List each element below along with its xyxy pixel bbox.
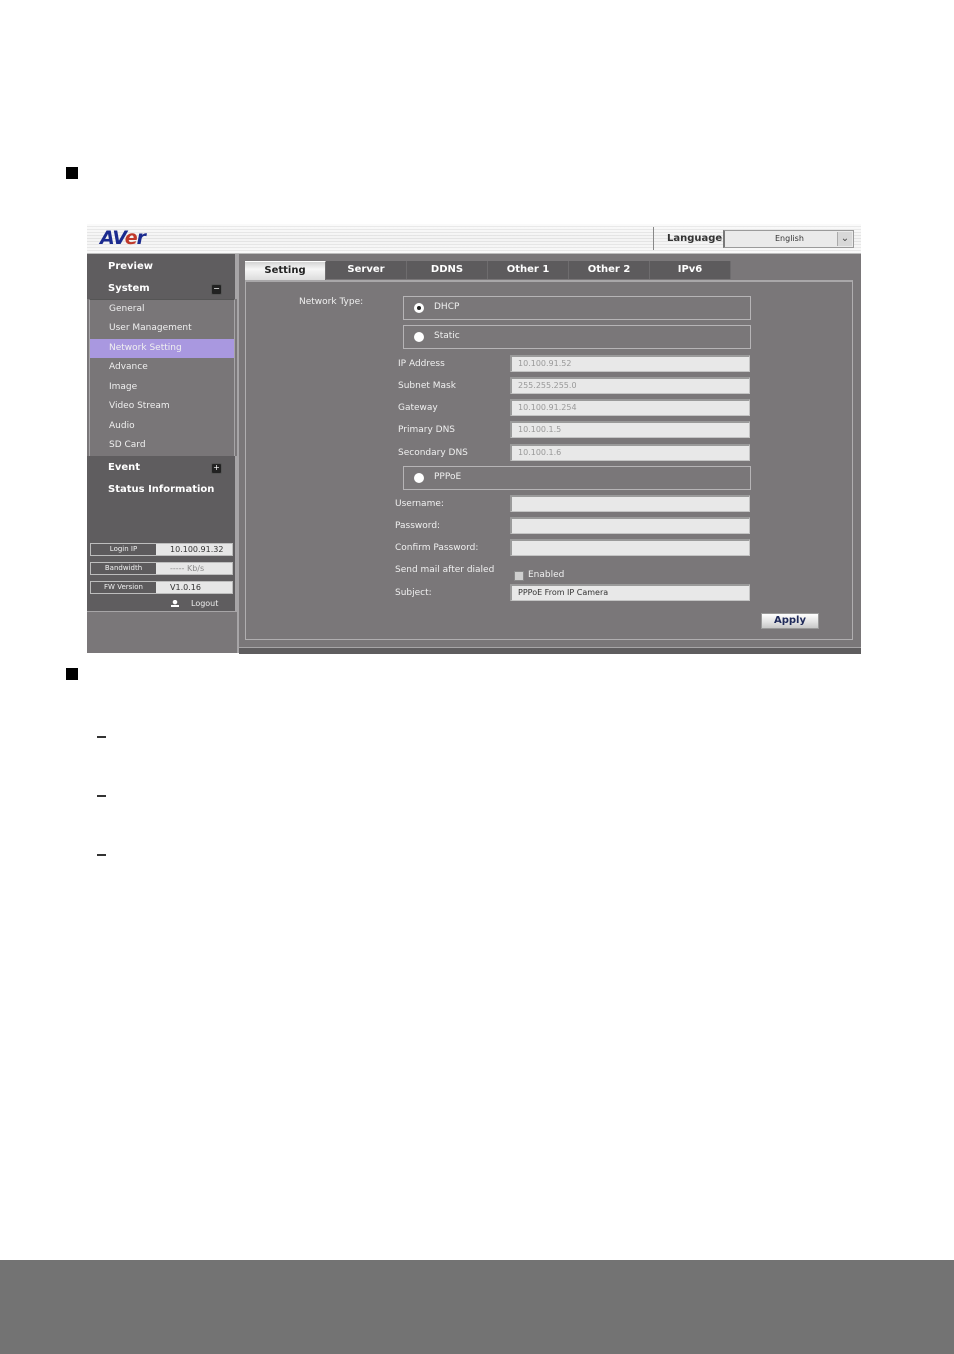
pppoe-option[interactable]: PPPoE (403, 466, 751, 490)
pppoe-radio[interactable] (414, 473, 424, 483)
gateway-label: Gateway (398, 403, 438, 413)
info-row-fw-version: FW Version V1.0.16 (90, 581, 233, 594)
user-icon (171, 600, 179, 607)
username-label: Username: (395, 499, 444, 509)
top-bar: AVer Language English ⌄ (87, 224, 861, 254)
info-row-login-ip: Login IP 10.100.91.32 (90, 543, 233, 556)
tab-other-2[interactable]: Other 2 (569, 261, 650, 279)
username-field[interactable] (510, 495, 750, 512)
aver-logo: AVer (100, 227, 146, 249)
enabled-label: Enabled (528, 570, 565, 580)
sidebar-item-general[interactable]: General (90, 300, 234, 319)
chevron-down-icon[interactable]: ⌄ (837, 232, 852, 246)
gateway-field[interactable]: 10.100.91.254 (510, 399, 750, 416)
secondary-dns-field[interactable]: 10.100.1.6 (510, 444, 750, 461)
tab-ddns[interactable]: DDNS (407, 261, 488, 279)
subnet-mask-field[interactable]: 255.255.255.0 (510, 377, 750, 394)
language-value: English (775, 234, 804, 243)
sidebar-item-video-stream[interactable]: Video Stream (90, 397, 234, 416)
bullet-square-icon (66, 668, 78, 680)
sidebar-item-sd-card[interactable]: SD Card (90, 436, 234, 455)
ip-address-label: IP Address (398, 359, 445, 369)
primary-dns-field[interactable]: 10.100.1.5 (510, 421, 750, 438)
tab-bar: Setting Server DDNS Other 1 Other 2 IPv6 (245, 261, 731, 280)
secondary-dns-label: Secondary DNS (398, 448, 468, 458)
language-label: Language (667, 233, 723, 244)
network-type-label: Network Type: (299, 297, 364, 307)
status-info-panel: Login IP 10.100.91.32 Bandwidth ----- Kb… (87, 541, 237, 612)
camera-web-ui: AVer Language English ⌄ Preview System −… (87, 224, 861, 654)
sidebar-item-user-management[interactable]: User Management (90, 319, 234, 338)
dhcp-option[interactable]: DHCP (403, 296, 751, 320)
info-row-bandwidth: Bandwidth ----- Kb/s (90, 562, 233, 575)
sidebar-item-image[interactable]: Image (90, 378, 234, 397)
enabled-checkbox[interactable] (514, 571, 524, 581)
sidebar-item-audio[interactable]: Audio (90, 417, 234, 436)
list-dash-icon (97, 795, 106, 797)
bullet-square-icon (66, 167, 78, 179)
list-dash-icon (97, 854, 106, 856)
tab-ipv6[interactable]: IPv6 (650, 261, 731, 279)
language-select[interactable]: English ⌄ (723, 230, 854, 248)
collapse-minus-icon[interactable]: − (211, 284, 222, 295)
sidebar: Preview System − General User Management… (87, 254, 237, 653)
tab-server[interactable]: Server (326, 261, 407, 279)
send-mail-label: Send mail after dialed (395, 565, 495, 575)
tab-setting[interactable]: Setting (245, 261, 326, 280)
network-settings-panel: Network Type: DHCP Static IP Address 10.… (245, 280, 853, 640)
list-dash-icon (97, 736, 106, 738)
subnet-mask-label: Subnet Mask (398, 381, 456, 391)
confirm-password-field[interactable] (510, 539, 750, 556)
sidebar-item-network-setting[interactable]: Network Setting (90, 339, 234, 358)
confirm-password-label: Confirm Password: (395, 543, 479, 553)
tab-other-1[interactable]: Other 1 (488, 261, 569, 279)
sidebar-item-system[interactable]: System (108, 283, 150, 294)
dhcp-radio[interactable] (414, 303, 424, 313)
primary-dns-label: Primary DNS (398, 425, 456, 435)
ip-address-field[interactable]: 10.100.91.52 (510, 355, 750, 372)
subject-field[interactable]: PPPoE From IP Camera (510, 584, 750, 601)
main-content: Setting Server DDNS Other 1 Other 2 IPv6… (239, 254, 861, 654)
apply-button[interactable]: Apply (761, 613, 819, 629)
sidebar-item-preview[interactable]: Preview (108, 261, 153, 272)
static-option[interactable]: Static (403, 325, 751, 349)
expand-plus-icon[interactable]: + (211, 463, 222, 474)
subject-label: Subject: (395, 588, 432, 598)
page-footer-band (0, 1260, 954, 1354)
static-radio[interactable] (414, 332, 424, 342)
password-field[interactable] (510, 517, 750, 534)
logout-link[interactable]: Logout (171, 599, 218, 608)
sidebar-item-advance[interactable]: Advance (90, 358, 234, 377)
password-label: Password: (395, 521, 441, 531)
system-submenu: General User Management Network Setting … (89, 299, 235, 457)
sidebar-item-event[interactable]: Event (108, 462, 140, 473)
sidebar-item-status-information[interactable]: Status Information (108, 484, 214, 495)
